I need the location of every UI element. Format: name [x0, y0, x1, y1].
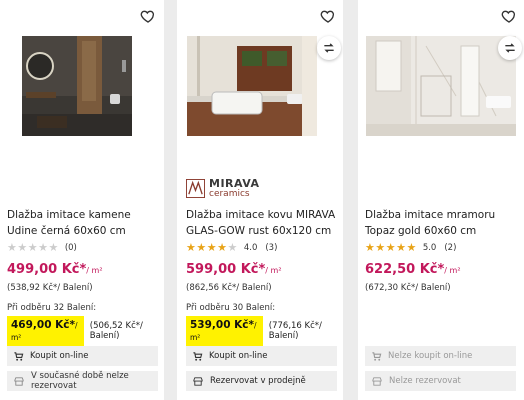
star-rating-icon: ★★★★★	[186, 241, 238, 254]
cart-icon	[372, 351, 382, 361]
star-rating-icon: ★★★★★	[7, 241, 59, 254]
reserve-button[interactable]: Nelze rezervovat	[365, 371, 516, 391]
product-card[interactable]: Dlažba imitace mramoru Topaz gold 60x60 …	[358, 0, 524, 400]
cart-icon	[193, 351, 203, 361]
bulk-price-per-pack: (776,16 Kč*/ Balení)	[268, 321, 322, 341]
product-title[interactable]: Dlažba imitace kovu MIRAVA GLAS-GOW rust…	[186, 207, 336, 239]
rating: ★★★★★ 4.0 (3)	[186, 241, 277, 254]
mirava-logo-icon	[186, 179, 205, 198]
buy-online-button[interactable]: Koupit on-line	[186, 346, 337, 366]
bulk-label: Při odběru 32 Balení:	[7, 303, 97, 313]
store-icon	[193, 376, 203, 386]
product-image[interactable]	[187, 36, 317, 136]
store-icon	[14, 376, 24, 386]
buy-online-button[interactable]: Nelze koupit on-line	[365, 346, 516, 366]
rating-value: 5.0	[422, 242, 437, 253]
rating: ★★★★★ (0)	[7, 241, 77, 254]
bulk-price-per-pack: (506,52 Kč*/ Balení)	[89, 321, 143, 341]
reserve-button[interactable]: Rezervovat v prodejně	[186, 371, 337, 391]
price-per-pack: (672,30 Kč*/ Balení)	[365, 283, 451, 293]
cart-icon	[14, 351, 24, 361]
bulk-label: Při odběru 30 Balení:	[186, 303, 276, 313]
buy-online-button[interactable]: Koupit on-line	[7, 346, 158, 366]
compare-arrows-icon	[505, 43, 515, 53]
product-image[interactable]	[22, 36, 132, 136]
price: 499,00 Kč*/ m²	[7, 262, 103, 277]
price-per-pack: (862,56 Kč*/ Balení)	[186, 283, 272, 293]
product-title[interactable]: Dlažba imitace kamene Udine černá 60x60 …	[7, 207, 157, 239]
review-count[interactable]: (2)	[444, 243, 456, 253]
heart-icon[interactable]	[501, 8, 517, 24]
product-card[interactable]: MIRAVA ceramics Dlažba imitace kovu MIRA…	[177, 0, 343, 400]
rating: ★★★★★ 5.0 (2)	[365, 241, 456, 254]
compare-button[interactable]	[317, 36, 341, 60]
bulk-price-row: 469,00 Kč*/ m² (506,52 Kč*/ Balení)	[7, 316, 164, 346]
price: 599,00 Kč*/ m²	[186, 262, 282, 277]
rating-value: 4.0	[243, 242, 258, 253]
price: 622,50 Kč*/ m²	[365, 262, 461, 277]
compare-button[interactable]	[498, 36, 522, 60]
review-count[interactable]: (3)	[265, 243, 277, 253]
product-card[interactable]: Dlažba imitace kamene Udine černá 60x60 …	[0, 0, 164, 400]
price-per-pack: (538,92 Kč*/ Balení)	[7, 283, 93, 293]
heart-icon[interactable]	[320, 8, 336, 24]
star-rating-icon: ★★★★★	[365, 241, 417, 254]
bulk-price-row: 539,00 Kč*/ m² (776,16 Kč*/ Balení)	[186, 316, 343, 346]
compare-arrows-icon	[324, 43, 334, 53]
product-title[interactable]: Dlažba imitace mramoru Topaz gold 60x60 …	[365, 207, 515, 239]
store-icon	[372, 376, 382, 386]
bulk-price: 539,00 Kč*/ m²	[186, 316, 263, 346]
product-image[interactable]	[366, 36, 516, 136]
bulk-price: 469,00 Kč*/ m²	[7, 316, 84, 346]
heart-icon[interactable]	[140, 8, 156, 24]
brand-logo: MIRAVA ceramics	[186, 178, 260, 199]
review-count[interactable]: (0)	[65, 243, 77, 253]
reserve-button[interactable]: V současné době nelze rezervovat	[7, 371, 158, 391]
